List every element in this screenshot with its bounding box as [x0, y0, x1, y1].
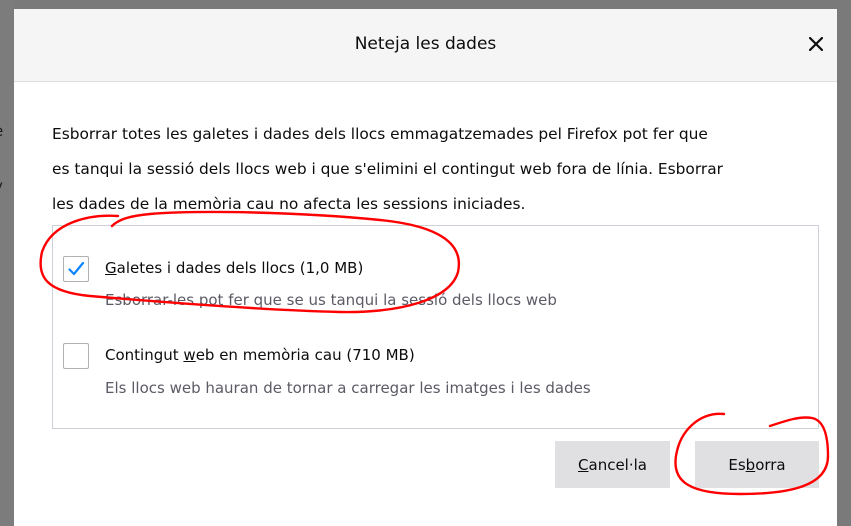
cache-checkbox[interactable] [63, 343, 89, 369]
description-line: Esborrar totes les galetes i dades dels … [52, 125, 708, 143]
button-label: ancel·la [588, 455, 647, 474]
close-button[interactable] [801, 29, 831, 59]
cache-description: Els llocs web hauran de tornar a carrega… [105, 379, 591, 397]
clear-data-dialog: Neteja les dades Esborrar totes les gale… [14, 9, 837, 526]
background-text-fragment: y [0, 177, 14, 195]
label-text: aletes i dades dels llocs (1,0 MB) [116, 259, 364, 277]
access-key: b [745, 455, 756, 474]
label-text: Contingut [105, 346, 184, 364]
options-group: Galetes i dades dels llocs (1,0 MB) Esbo… [52, 225, 819, 429]
access-key: C [578, 455, 589, 474]
background-page: e y ’ [0, 0, 14, 526]
dialog-title-bar: Neteja les dades [14, 9, 837, 82]
access-key: G [105, 259, 117, 277]
cache-label[interactable]: Contingut web en memòria cau (710 MB) [105, 346, 415, 364]
clear-button[interactable]: Es b orra [695, 441, 819, 488]
description-line: es tanqui la sessió dels llocs web i que… [52, 160, 723, 178]
cookies-label[interactable]: Galetes i dades dels llocs (1,0 MB) [105, 259, 363, 277]
close-icon [809, 37, 823, 51]
checkmark-icon [68, 261, 85, 276]
cancel-button[interactable]: Cancel·la [555, 441, 670, 488]
label-text: eb en memòria cau (710 MB) [195, 346, 415, 364]
dialog-description: Esborrar totes les galetes i dades dels … [52, 117, 822, 222]
cookies-description: Esborrar-les pot fer que se us tanqui la… [105, 291, 557, 309]
cookies-checkbox[interactable] [63, 256, 89, 282]
button-label: orra [755, 455, 786, 474]
description-line: les dades de la memòria cau no afecta le… [52, 195, 526, 213]
button-label: Es [728, 455, 746, 474]
access-key: w [183, 346, 196, 364]
background-text-fragment: e [0, 122, 14, 140]
dialog-title: Neteja les dades [354, 34, 497, 54]
background-text-fragment: ’ [0, 276, 14, 294]
